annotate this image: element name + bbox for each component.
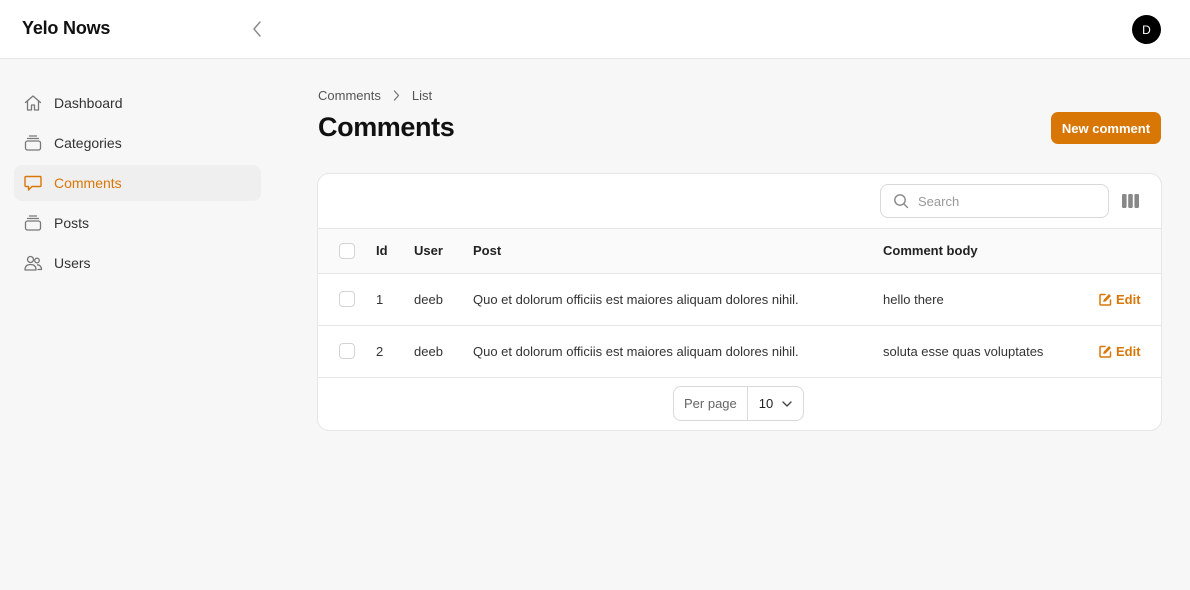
app-title[interactable]: Yelo Nows — [22, 18, 110, 39]
cell-id: 2 — [376, 343, 384, 359]
row-checkbox[interactable] — [339, 343, 355, 359]
edit-label: Edit — [1116, 291, 1141, 307]
cell-post: Quo et dolorum officiis est maiores aliq… — [473, 343, 799, 359]
per-page-select[interactable]: 10 — [748, 387, 803, 420]
table-row[interactable]: 2 deeb Quo et dolorum officiis est maior… — [318, 325, 1161, 377]
column-header-id[interactable]: Id — [376, 229, 414, 273]
user-avatar[interactable]: D — [1132, 15, 1161, 44]
page-title: Comments — [318, 112, 455, 142]
cell-user: deeb — [414, 343, 443, 359]
table-toolbar — [318, 174, 1161, 229]
toggle-columns-button[interactable] — [1121, 193, 1139, 209]
column-header-post[interactable]: Post — [473, 229, 883, 273]
sidebar-item-label: Comments — [54, 175, 122, 191]
edit-button[interactable]: Edit — [1099, 344, 1161, 359]
comments-table: Id User Post Comment body 1 deeb Quo et … — [318, 229, 1161, 378]
row-checkbox[interactable] — [339, 291, 355, 307]
row-checkbox-cell — [318, 273, 376, 325]
column-header-user[interactable]: User — [414, 229, 473, 273]
row-checkbox-cell — [318, 325, 376, 377]
sidebar-item-label: Categories — [54, 135, 122, 151]
edit-icon — [1099, 345, 1112, 358]
sidebar-item-comments[interactable]: Comments — [14, 165, 261, 201]
top-bar: Yelo Nows D — [0, 0, 1190, 59]
edit-icon — [1099, 293, 1112, 306]
select-all-cell — [318, 229, 376, 273]
per-page-value: 10 — [758, 396, 774, 411]
collapse-sidebar-button[interactable] — [247, 18, 267, 40]
cell-user: deeb — [414, 291, 443, 307]
cell-comment-body: hello there — [883, 291, 944, 307]
cell-post: Quo et dolorum officiis est maiores aliq… — [473, 291, 799, 307]
edit-label: Edit — [1116, 343, 1141, 359]
collection-icon — [22, 212, 44, 234]
sidebar-item-label: Posts — [54, 215, 90, 231]
cell-id: 1 — [376, 291, 384, 307]
new-comment-button[interactable]: New comment — [1051, 112, 1161, 144]
search-field[interactable] — [880, 184, 1109, 218]
per-page-control: Per page 10 — [673, 386, 805, 421]
per-page-label: Per page — [674, 387, 748, 420]
sidebar-item-categories[interactable]: Categories — [14, 125, 261, 161]
chevron-down-icon — [782, 400, 792, 407]
search-icon — [893, 193, 909, 209]
home-icon — [22, 92, 44, 114]
cell-actions: Edit — [1088, 325, 1161, 377]
cell-comment-body: soluta esse quas voluptates — [883, 343, 1044, 359]
chat-icon — [22, 172, 44, 194]
sidebar-item-users[interactable]: Users — [14, 245, 261, 281]
cell-actions: Edit — [1088, 273, 1161, 325]
users-icon — [22, 252, 44, 274]
chevron-left-icon — [253, 21, 261, 37]
column-header-comment-body[interactable]: Comment body — [883, 229, 1088, 273]
breadcrumb: Comments List — [318, 88, 432, 103]
breadcrumb-current: List — [411, 88, 433, 103]
columns-icon — [1121, 194, 1139, 208]
column-header-actions — [1088, 229, 1161, 273]
sidebar-item-label: Dashboard — [54, 95, 123, 111]
table-row[interactable]: 1 deeb Quo et dolorum officiis est maior… — [318, 273, 1161, 325]
search-input[interactable] — [918, 193, 1098, 209]
sidebar-item-dashboard[interactable]: Dashboard — [14, 85, 261, 121]
breadcrumb-comments-link[interactable]: Comments — [318, 88, 381, 103]
sidebar: Dashboard Categories Comments Posts User… — [14, 85, 261, 285]
sidebar-item-posts[interactable]: Posts — [14, 205, 261, 241]
sidebar-item-label: Users — [54, 255, 91, 271]
collection-icon — [22, 132, 44, 154]
chevron-right-icon — [393, 90, 400, 101]
edit-button[interactable]: Edit — [1099, 292, 1161, 307]
select-all-checkbox[interactable] — [339, 242, 355, 259]
table-header-row: Id User Post Comment body — [318, 229, 1161, 273]
comments-table-card: Id User Post Comment body 1 deeb Quo et … — [317, 173, 1162, 431]
